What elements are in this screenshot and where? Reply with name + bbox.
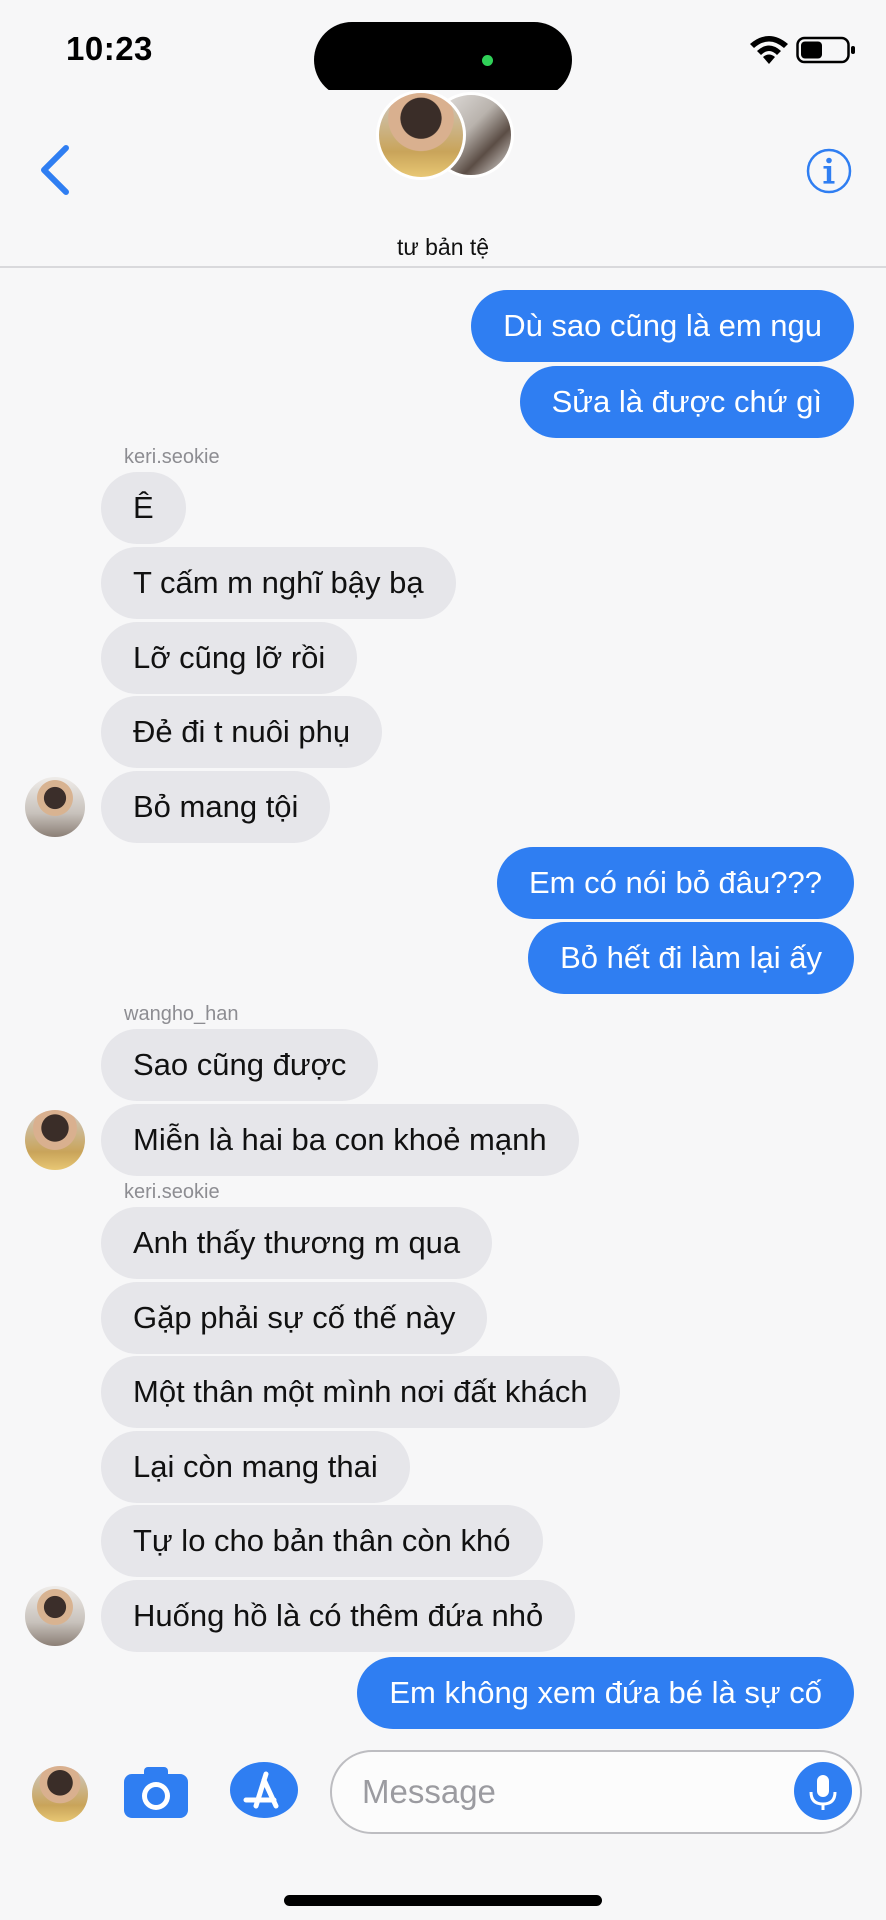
sender-avatar[interactable] (25, 1110, 85, 1170)
outgoing-message[interactable]: Em có nói bỏ đâu??? (497, 847, 854, 919)
camera-indicator-icon (482, 55, 493, 66)
incoming-message[interactable]: Lại còn mang thai (101, 1431, 410, 1503)
status-bar: 10:23 (0, 0, 886, 100)
member-avatar (376, 90, 466, 180)
incoming-message[interactable]: T cấm m nghĩ bậy bạ (101, 547, 456, 619)
outgoing-message[interactable]: Dù sao cũng là em ngu (471, 290, 854, 362)
home-indicator[interactable] (284, 1895, 602, 1906)
app-store-icon[interactable] (228, 1758, 300, 1822)
incoming-message[interactable]: Một thân một mình nơi đất khách (101, 1356, 620, 1428)
compose-bar: Message (0, 1740, 886, 1860)
outgoing-message[interactable]: Sửa là được chứ gì (519, 366, 854, 438)
outgoing-message[interactable]: Em không xem đứa bé là sự cố (357, 1657, 854, 1729)
back-chevron-icon[interactable] (36, 142, 76, 198)
incoming-message[interactable]: Huống hồ là có thêm đứa nhỏ (101, 1580, 576, 1652)
sender-avatar[interactable] (25, 1586, 85, 1646)
incoming-message[interactable]: Bỏ mang tội (101, 771, 331, 843)
sender-name: wangho_han (124, 1003, 239, 1025)
dynamic-island (314, 22, 572, 98)
microphone-icon[interactable] (794, 1762, 852, 1820)
conversation-title[interactable]: tư bản tệ (0, 234, 886, 261)
incoming-message[interactable]: Gặp phải sự cố thế này (101, 1282, 488, 1354)
incoming-message[interactable]: Lỡ cũng lỡ rồi (101, 622, 358, 694)
incoming-message[interactable]: Anh thấy thương m qua (101, 1207, 493, 1279)
incoming-message[interactable]: Đẻ đi t nuôi phụ (101, 696, 383, 768)
group-avatar[interactable] (376, 90, 516, 180)
battery-icon (796, 36, 855, 64)
incoming-message[interactable]: Tự lo cho bản thân còn khó (101, 1505, 543, 1577)
message-list[interactable]: Dù sao cũng là em ngu Sửa là được chứ gì… (0, 268, 886, 1738)
incoming-message[interactable]: Ê (101, 472, 186, 544)
message-input[interactable]: Message (330, 1750, 862, 1834)
incoming-message[interactable]: Miễn là hai ba con khoẻ mạnh (101, 1104, 579, 1176)
outgoing-message[interactable]: Bỏ hết đi làm lại ấy (528, 922, 854, 994)
incoming-message[interactable]: Sao cũng được (101, 1029, 379, 1101)
memoji-avatar[interactable] (32, 1766, 88, 1822)
sender-avatar[interactable] (25, 777, 85, 837)
status-time: 10:23 (66, 30, 153, 67)
sender-name: keri.seokie (124, 446, 220, 468)
camera-icon[interactable] (122, 1764, 190, 1820)
info-icon[interactable] (806, 148, 852, 194)
sender-name: keri.seokie (124, 1181, 220, 1203)
conversation-header: tư bản tệ (0, 90, 886, 268)
wifi-icon (750, 36, 788, 64)
message-placeholder: Message (362, 1773, 496, 1810)
